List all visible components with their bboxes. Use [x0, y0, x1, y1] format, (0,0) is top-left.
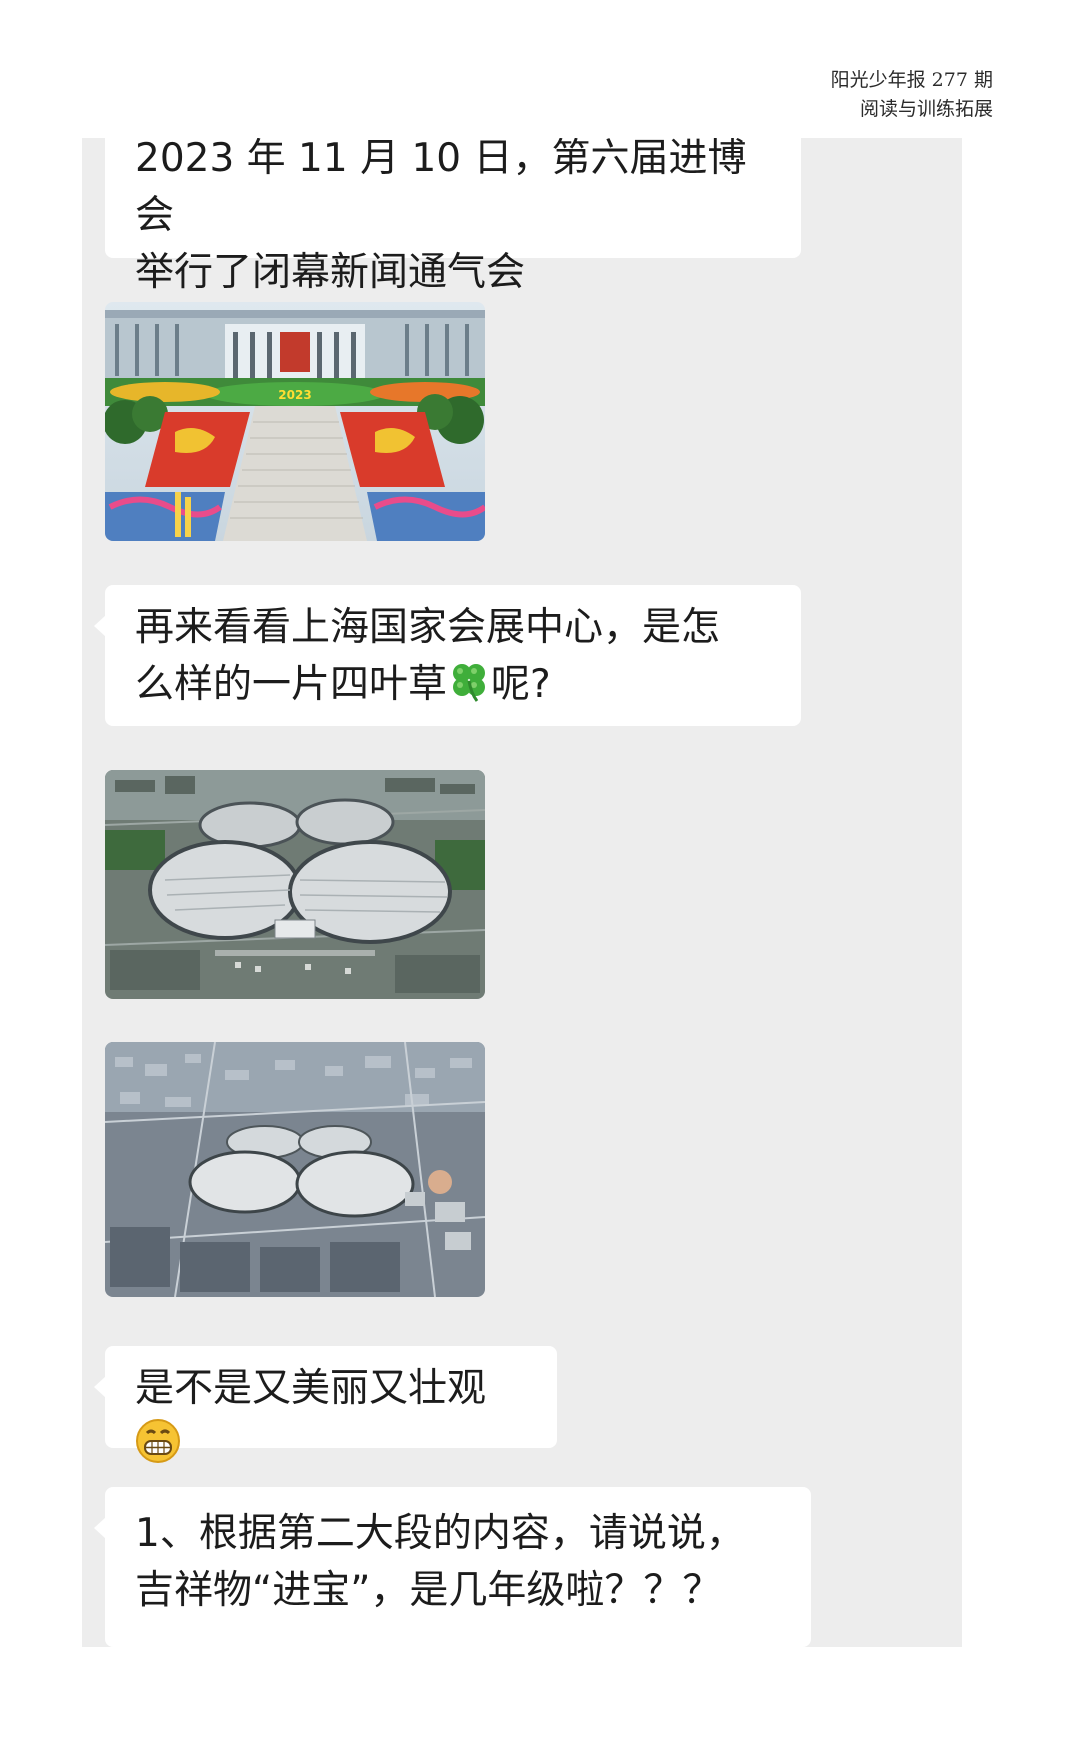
message-4-line-2: 吉祥物“进宝”，是几年级啦？？？: [135, 1568, 722, 1613]
message-bubble-2[interactable]: 再来看看上海国家会展中心，是怎 么样的一片四叶草 呢?: [94, 585, 801, 726]
photo-exhibition-plaza[interactable]: 2023: [105, 302, 485, 541]
message-bubble-1[interactable]: 2023 年 11 月 10 日，第六届进博会 举行了闭幕新闻通气会: [105, 138, 801, 295]
grinning-face-icon: [135, 1418, 181, 1480]
message-1-line-1: 2023 年 11 月 10 日，第六届进博会: [135, 138, 747, 238]
four-leaf-clover-icon: [447, 659, 491, 719]
newspaper-header: 阳光少年报 277 期 阅读与训练拓展: [693, 66, 993, 124]
message-bubble-3[interactable]: 是不是又美丽又壮观: [94, 1346, 557, 1463]
message-2-line-2: 么样的一片四叶草 呢?: [135, 656, 773, 719]
photo-clover-aerial-close[interactable]: [105, 770, 485, 999]
header-issue: 阳光少年报 277 期: [830, 69, 993, 91]
plaza-2023-text: 2023: [278, 388, 311, 402]
message-2-line-2-end: 呢?: [491, 662, 551, 707]
message-bubble-4[interactable]: 1、根据第二大段的内容，请说说， 吉祥物“进宝”，是几年级啦？？？: [94, 1487, 811, 1647]
header-section: 阅读与训练拓展: [859, 98, 993, 120]
message-2-line-2-text: 么样的一片四叶草: [135, 662, 448, 707]
chat-area[interactable]: 2023 年 11 月 10 日，第六届进博会 举行了闭幕新闻通气会 2023 …: [82, 138, 962, 1647]
message-3-text: 是不是又美丽又壮观: [135, 1366, 487, 1411]
message-1-line-2: 举行了闭幕新闻通气会: [135, 250, 526, 295]
photo-clover-aerial-wide[interactable]: [105, 1042, 485, 1297]
message-2-line-1: 再来看看上海国家会展中心，是怎: [135, 605, 721, 650]
message-4-line-1: 1、根据第二大段的内容，请说说，: [135, 1511, 745, 1556]
